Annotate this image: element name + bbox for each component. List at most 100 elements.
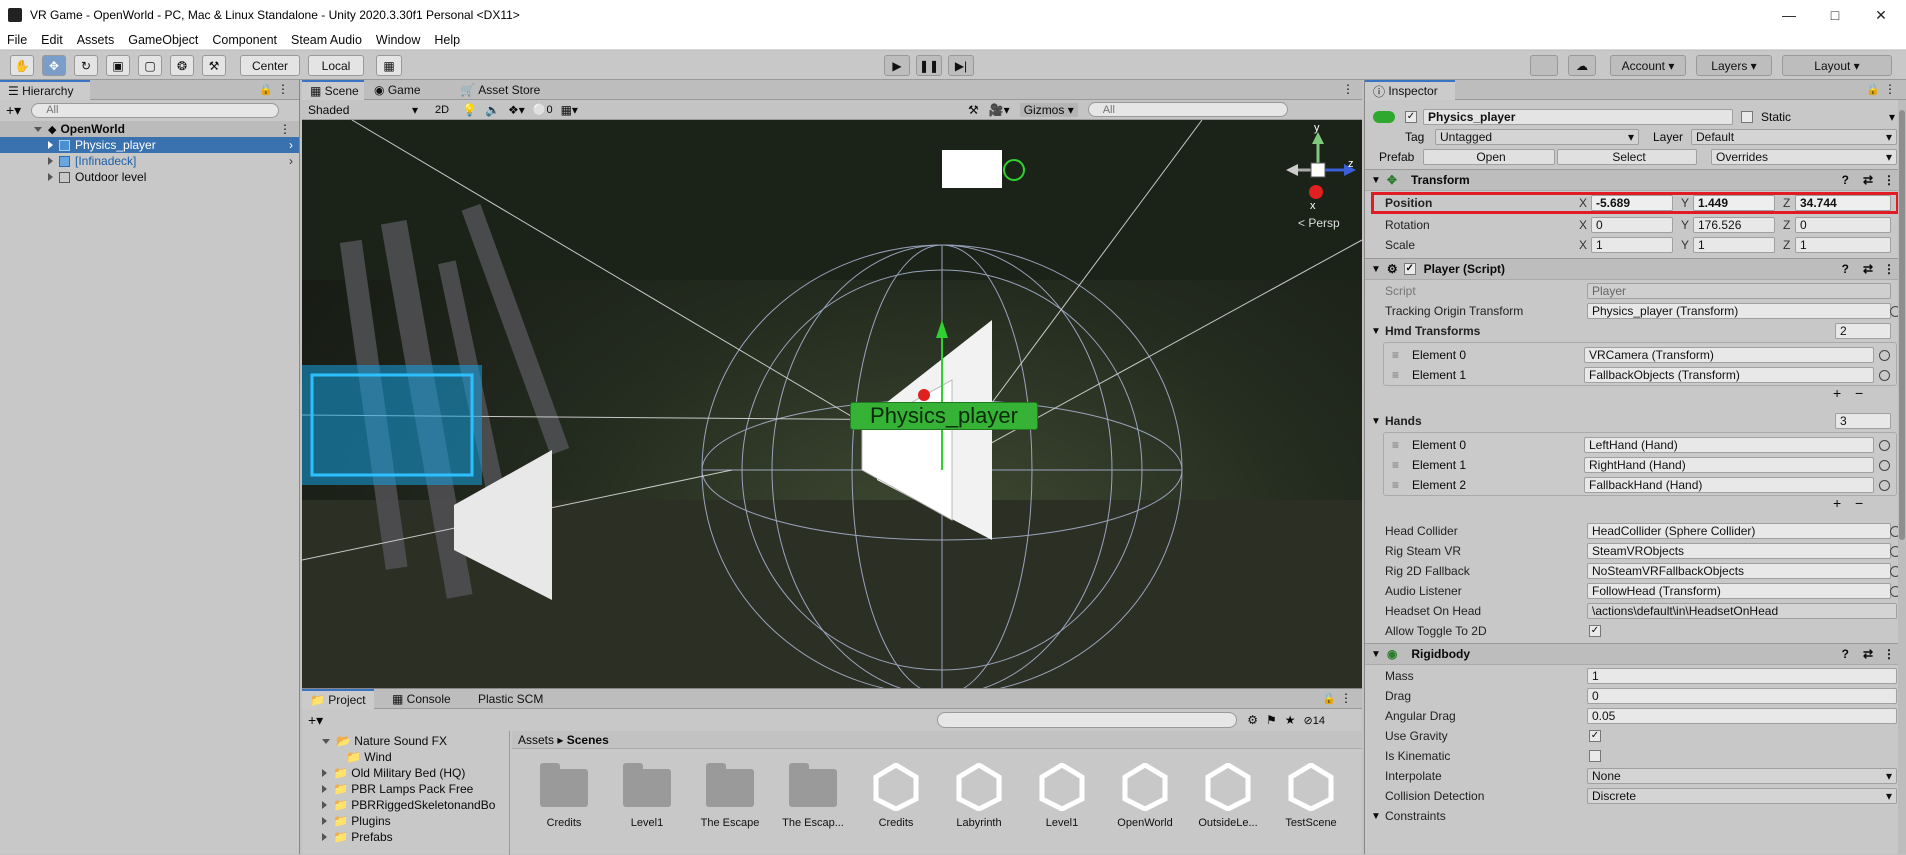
step-button[interactable]: ▶| — [948, 55, 974, 76]
tree-item[interactable]: 📁 PBR Lamps Pack Free — [302, 781, 502, 797]
collapse-arrow-icon[interactable]: ▼ — [1371, 264, 1381, 275]
element-field[interactable]: FallbackObjects (Transform) — [1584, 367, 1874, 383]
toggle-2d-button[interactable]: 2D — [432, 104, 452, 116]
tab-asset-store[interactable]: 🛒 Asset Store — [452, 80, 548, 100]
add-object-icon[interactable]: +▾ — [6, 102, 21, 119]
collapse-arrow-icon[interactable]: ▼ — [1371, 175, 1381, 186]
drag-field[interactable]: 0 — [1587, 688, 1897, 704]
tree-item[interactable]: 📁 Wind — [302, 749, 502, 765]
rotate-tool-icon[interactable]: ↻ — [74, 55, 98, 76]
inspector-scrollbar[interactable] — [1898, 100, 1906, 854]
transform-header[interactable]: ▼ ✥ Transform ? ⇄ ⋮ — [1365, 169, 1906, 191]
constraints-row[interactable]: ▼ Constraints — [1365, 807, 1906, 825]
shading-dropdown[interactable]: Shaded ▾ — [304, 103, 422, 117]
pivot-center-button[interactable]: Center — [240, 55, 300, 76]
prefab-open-button[interactable]: Open — [1423, 149, 1555, 165]
asset-scene[interactable]: Credits — [856, 762, 936, 829]
list-item[interactable]: ≡ Element 0 LeftHand (Hand) — [1384, 436, 1898, 454]
panel-menu-icon[interactable]: ⋮ — [277, 82, 289, 96]
grid-icon[interactable]: ▦▾ — [561, 103, 578, 117]
panel-menu-icon[interactable]: ⋮ — [1342, 82, 1354, 96]
gizmos-dropdown[interactable]: Gizmos ▾ — [1019, 102, 1078, 117]
filter-type-icon[interactable]: ⚙ — [1247, 713, 1258, 727]
collapse-arrow-icon[interactable]: ▼ — [1371, 811, 1381, 822]
rigidbody-header[interactable]: ▼ ◉ Rigidbody ? ⇄ ⋮ — [1365, 643, 1906, 665]
list-item[interactable]: ≡ Element 0 VRCamera (Transform) — [1384, 346, 1898, 364]
tools-icon[interactable]: ⚒ — [968, 103, 979, 117]
component-menu-icon[interactable]: ⋮ — [1883, 647, 1895, 661]
position-y-field[interactable]: 1.449 — [1693, 195, 1775, 211]
layout-dropdown[interactable]: Layout ▾ — [1782, 55, 1892, 76]
menu-component[interactable]: Component — [205, 33, 284, 47]
element-field[interactable]: FallbackHand (Hand) — [1584, 477, 1874, 493]
transform-tool-icon[interactable]: ❂ — [170, 55, 194, 76]
hidden-packages-toggle[interactable]: ⊘14 — [1304, 714, 1325, 727]
tab-project[interactable]: 📁 Project — [302, 689, 374, 709]
audio-listener-field[interactable]: FollowHead (Transform) — [1587, 583, 1891, 599]
prefab-overrides-dropdown[interactable]: Overrides ▾ — [1711, 149, 1897, 165]
menu-assets[interactable]: Assets — [70, 33, 122, 47]
interpolate-dropdown[interactable]: None ▾ — [1587, 768, 1897, 784]
object-name-field[interactable]: Physics_player — [1423, 109, 1733, 125]
asset-scene[interactable]: OutsideLe... — [1188, 762, 1268, 829]
static-checkbox[interactable] — [1741, 111, 1753, 123]
prefab-select-button[interactable]: Select — [1557, 149, 1697, 165]
hierarchy-item-outdoor-level[interactable]: Outdoor level — [0, 169, 299, 185]
element-field[interactable]: LeftHand (Hand) — [1584, 437, 1874, 453]
hierarchy-search-input[interactable] — [31, 102, 280, 118]
lock-icon[interactable]: 🔒 — [259, 83, 273, 96]
rig-2d-fallback-field[interactable]: NoSteamVRFallbackObjects — [1587, 563, 1891, 579]
lock-icon[interactable]: 🔒 — [1322, 692, 1336, 705]
favorite-icon[interactable]: ★ — [1285, 713, 1296, 727]
preset-icon[interactable]: ⇄ — [1863, 647, 1873, 661]
position-z-field[interactable]: 34.744 — [1795, 195, 1891, 211]
scene-search-input[interactable] — [1087, 102, 1288, 117]
account-dropdown[interactable]: Account ▾ — [1610, 55, 1686, 76]
lighting-icon[interactable]: 💡 — [462, 103, 477, 117]
tab-inspector[interactable]: ⓘ Inspector — [1365, 80, 1455, 100]
axis-x-cone[interactable] — [1309, 185, 1323, 199]
add-element-button[interactable]: + — [1833, 385, 1841, 401]
object-picker-icon[interactable] — [1879, 369, 1890, 381]
axis-negx-cone[interactable] — [1286, 164, 1298, 176]
collapse-arrow-icon[interactable]: ▼ — [1371, 649, 1381, 660]
tree-item[interactable]: 📁 Prefabs — [302, 829, 502, 845]
expand-arrow-icon[interactable] — [34, 126, 42, 132]
tab-game[interactable]: ◉ Game — [366, 80, 429, 100]
drag-handle-icon[interactable]: ≡ — [1392, 368, 1399, 382]
menu-file[interactable]: File — [0, 33, 34, 47]
layers-dropdown[interactable]: Layers ▾ — [1696, 55, 1772, 76]
allow-toggle-checkbox[interactable]: ✓ — [1589, 625, 1601, 637]
tab-hierarchy[interactable]: ☰ Hierarchy — [0, 80, 90, 100]
collab-icon[interactable] — [1530, 55, 1558, 76]
drag-handle-icon[interactable]: ≡ — [1392, 478, 1399, 492]
tree-item[interactable]: 📂 Nature Sound FX — [302, 733, 502, 749]
breadcrumb-assets[interactable]: Assets — [518, 733, 554, 747]
asset-scene[interactable]: OpenWorld — [1105, 762, 1185, 829]
component-menu-icon[interactable]: ⋮ — [1883, 173, 1895, 187]
list-item[interactable]: ≡ Element 2 FallbackHand (Hand) — [1384, 476, 1898, 494]
tab-plastic-scm[interactable]: Plastic SCM — [470, 689, 551, 709]
menu-edit[interactable]: Edit — [34, 33, 70, 47]
panel-menu-icon[interactable]: ⋮ — [1340, 691, 1352, 705]
asset-scene[interactable]: Labyrinth — [939, 762, 1019, 829]
filter-label-icon[interactable]: ⚑ — [1266, 713, 1277, 727]
move-tool-icon[interactable]: ✥ — [42, 55, 66, 76]
scale-tool-icon[interactable]: ▣ — [106, 55, 130, 76]
hmd-count-field[interactable]: 2 — [1835, 323, 1891, 339]
scale-x-field[interactable]: 1 — [1591, 237, 1673, 253]
position-x-field[interactable]: -5.689 — [1591, 195, 1673, 211]
help-icon[interactable]: ? — [1842, 173, 1849, 187]
tree-item[interactable]: 📁 PBRRiggedSkeletonandBo — [302, 797, 502, 813]
expand-arrow-icon[interactable] — [48, 141, 53, 149]
help-icon[interactable]: ? — [1842, 647, 1849, 661]
cloud-icon[interactable]: ☁ — [1568, 55, 1596, 76]
move-arrow-y[interactable] — [936, 320, 948, 338]
hierarchy-item-infinadeck[interactable]: [Infinadeck] › — [0, 153, 299, 169]
pivot-local-button[interactable]: Local — [308, 55, 364, 76]
menu-help[interactable]: Help — [427, 33, 467, 47]
asset-folder[interactable]: Credits — [524, 763, 604, 829]
expand-arrow-icon[interactable] — [48, 157, 53, 165]
custom-tool-icon[interactable]: ⚒ — [202, 55, 226, 76]
panel-menu-icon[interactable]: ⋮ — [1884, 82, 1896, 96]
